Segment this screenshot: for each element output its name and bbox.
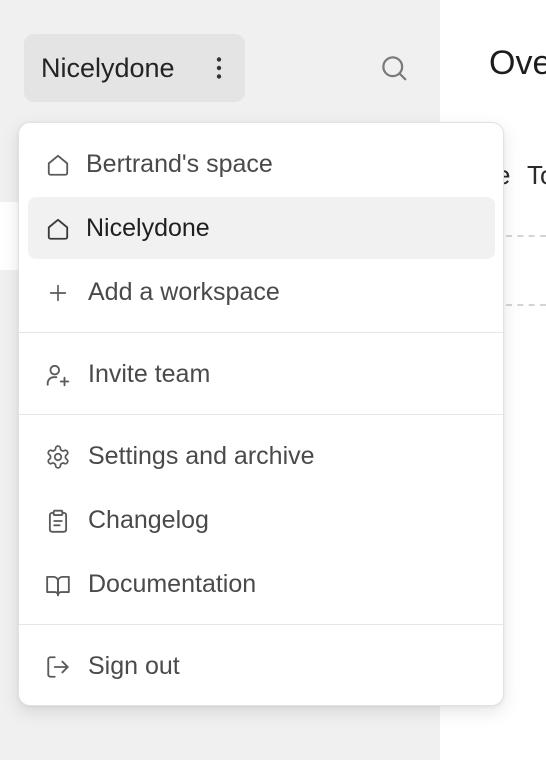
workspace-menu: Bertrand's space Nicelydone Add a worksp… (18, 122, 504, 706)
home-icon (45, 216, 71, 242)
home-icon (45, 152, 71, 178)
menu-item-documentation[interactable]: Documentation (28, 553, 495, 615)
tab-partial-right[interactable]: To (527, 160, 546, 191)
dashed-divider (506, 304, 546, 306)
log-out-icon (45, 654, 71, 680)
menu-item-invite-team[interactable]: Invite team (28, 343, 495, 405)
menu-item-workspace-bertrand[interactable]: Bertrand's space (28, 133, 495, 195)
menu-item-label: Add a workspace (88, 278, 280, 306)
menu-item-label: Invite team (88, 360, 211, 388)
search-icon (379, 53, 409, 83)
menu-item-sign-out[interactable]: Sign out (28, 635, 495, 697)
menu-item-label: Nicelydone (86, 214, 210, 242)
plus-icon (45, 280, 71, 306)
clipboard-icon (45, 508, 71, 534)
workspace-switcher-button[interactable]: Nicelydone (24, 34, 245, 102)
menu-item-label: Changelog (88, 506, 209, 534)
menu-item-workspace-nicelydone[interactable]: Nicelydone (28, 197, 495, 259)
book-open-icon (45, 572, 71, 598)
menu-item-label: Bertrand's space (86, 150, 273, 178)
search-button[interactable] (376, 50, 412, 86)
page-title: Ove (489, 44, 546, 82)
dashed-divider (506, 235, 546, 237)
menu-item-add-workspace[interactable]: Add a workspace (28, 261, 495, 323)
more-vertical-icon (207, 54, 231, 82)
menu-divider (19, 624, 503, 625)
menu-item-label: Settings and archive (88, 442, 315, 470)
menu-item-label: Sign out (88, 652, 180, 680)
menu-divider (19, 332, 503, 333)
menu-item-changelog[interactable]: Changelog (28, 489, 495, 551)
user-plus-icon (45, 362, 71, 388)
menu-item-label: Documentation (88, 570, 257, 598)
workspace-switcher-label: Nicelydone (41, 52, 175, 83)
sidebar-selected-row (0, 202, 18, 270)
menu-divider (19, 414, 503, 415)
gear-icon (45, 444, 71, 470)
menu-item-settings-archive[interactable]: Settings and archive (28, 425, 495, 487)
